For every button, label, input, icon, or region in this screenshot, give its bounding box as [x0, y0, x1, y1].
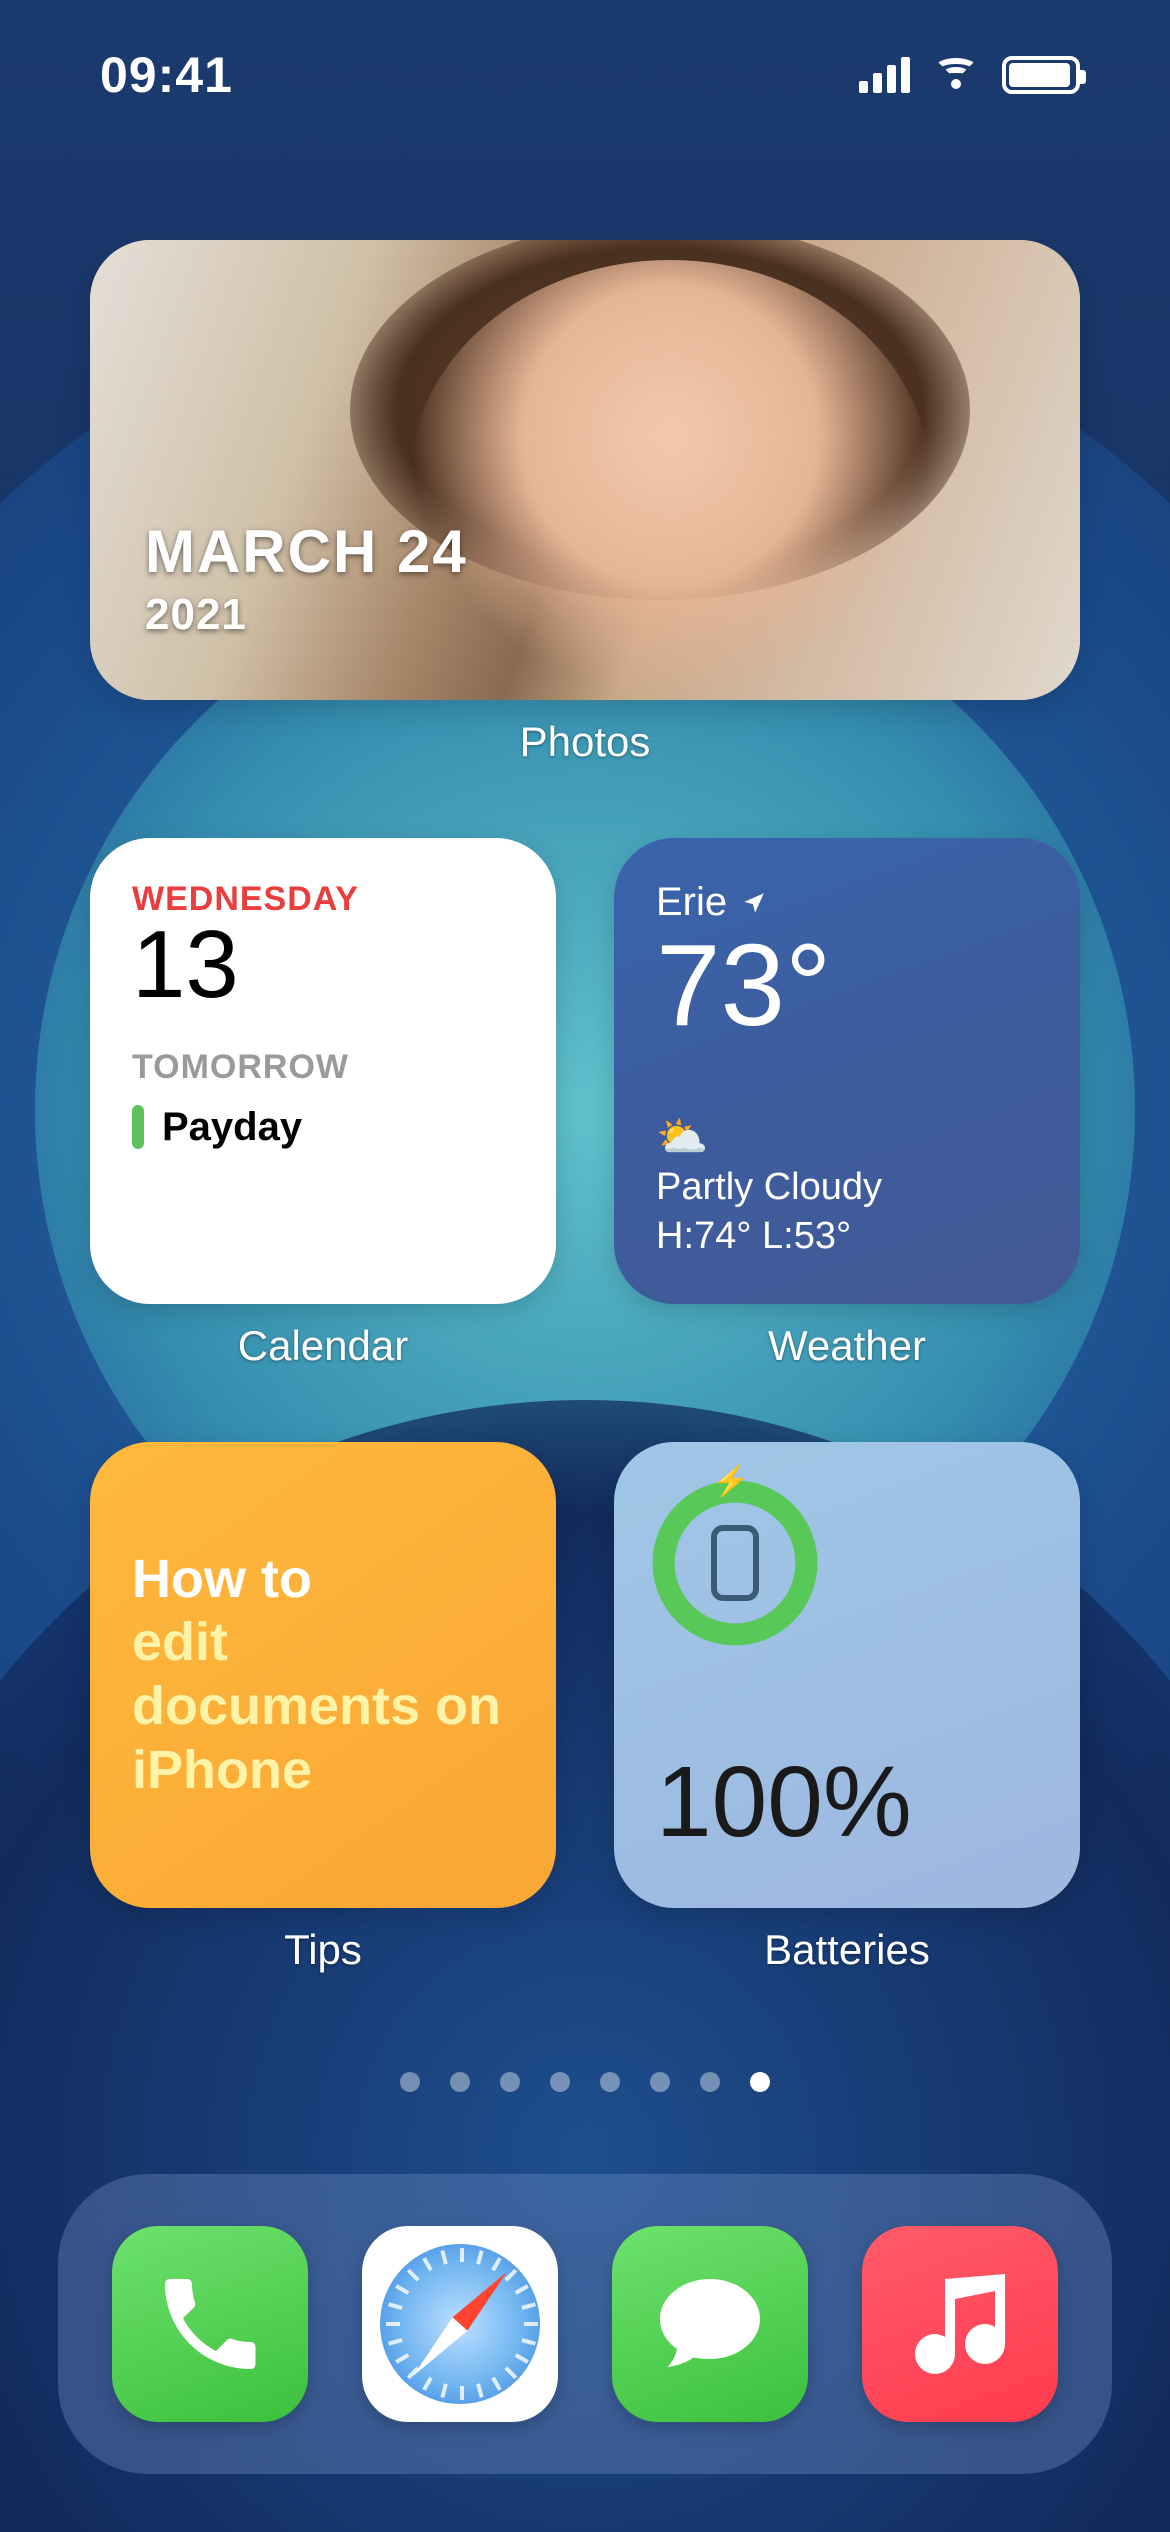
- status-time: 09:41: [100, 46, 233, 104]
- page-dot[interactable]: [750, 2072, 770, 2092]
- cellular-icon: [859, 57, 910, 93]
- wifi-icon: [932, 57, 980, 93]
- batteries-widget[interactable]: ⚡ 100%: [614, 1442, 1080, 1908]
- weather-location-row: Erie: [656, 880, 1038, 925]
- page-dot[interactable]: [600, 2072, 620, 2092]
- phone-device-icon: [711, 1525, 759, 1601]
- photos-widget[interactable]: MARCH 24 2021: [90, 240, 1080, 700]
- music-note-icon: [900, 2264, 1020, 2384]
- weather-hilo: H:74° L:53°: [656, 1215, 1038, 1258]
- page-dot[interactable]: [450, 2072, 470, 2092]
- location-arrow-icon: [741, 890, 767, 916]
- photos-label: Photos: [90, 718, 1080, 766]
- calendar-date: 13: [132, 915, 514, 1016]
- status-right: [859, 56, 1080, 94]
- calendar-tomorrow-label: TOMORROW: [132, 1048, 514, 1087]
- photo-date-line1: MARCH 24: [145, 517, 468, 586]
- battery-ring: ⚡: [650, 1478, 820, 1648]
- event-name: Payday: [162, 1105, 302, 1150]
- photo-date-line2: 2021: [145, 590, 468, 640]
- weather-widget[interactable]: Erie 73° ⛅ Partly Cloudy H:74° L:53°: [614, 838, 1080, 1304]
- weather-label: Weather: [614, 1322, 1080, 1370]
- weather-condition: Partly Cloudy: [656, 1166, 1038, 1209]
- photo-date: MARCH 24 2021: [145, 517, 468, 640]
- page-dot[interactable]: [550, 2072, 570, 2092]
- battery-percent: 100%: [656, 1745, 1038, 1860]
- messages-icon: [650, 2264, 770, 2384]
- page-dot[interactable]: [500, 2072, 520, 2092]
- page-dot[interactable]: [400, 2072, 420, 2092]
- tips-line1: How to: [132, 1548, 514, 1612]
- battery-icon: [1002, 56, 1080, 94]
- phone-icon: [150, 2264, 270, 2384]
- tips-widget[interactable]: How to edit documents on iPhone: [90, 1442, 556, 1908]
- tips-label: Tips: [90, 1926, 556, 1974]
- calendar-widget[interactable]: WEDNESDAY 13 TOMORROW Payday: [90, 838, 556, 1304]
- partly-cloudy-icon: ⛅: [656, 1113, 1038, 1162]
- event-color-bar: [132, 1105, 144, 1149]
- dock: [58, 2174, 1112, 2474]
- status-bar: 09:41: [0, 0, 1170, 150]
- page-indicator[interactable]: [0, 2072, 1170, 2092]
- tips-line2b: documents on: [132, 1675, 514, 1739]
- page-dot[interactable]: [650, 2072, 670, 2092]
- compass-icon: [380, 2244, 540, 2404]
- calendar-label: Calendar: [90, 1322, 556, 1370]
- batteries-label: Batteries: [614, 1926, 1080, 1974]
- music-app[interactable]: [862, 2226, 1058, 2422]
- tips-line2a: edit: [132, 1611, 514, 1675]
- charging-bolt-icon: ⚡: [712, 1464, 749, 1499]
- calendar-event: Payday: [132, 1105, 514, 1150]
- tips-line2c: iPhone: [132, 1739, 514, 1803]
- safari-app[interactable]: [362, 2226, 558, 2422]
- messages-app[interactable]: [612, 2226, 808, 2422]
- weather-location: Erie: [656, 880, 727, 925]
- phone-app[interactable]: [112, 2226, 308, 2422]
- page-dot[interactable]: [700, 2072, 720, 2092]
- weather-temp: 73°: [656, 927, 1038, 1043]
